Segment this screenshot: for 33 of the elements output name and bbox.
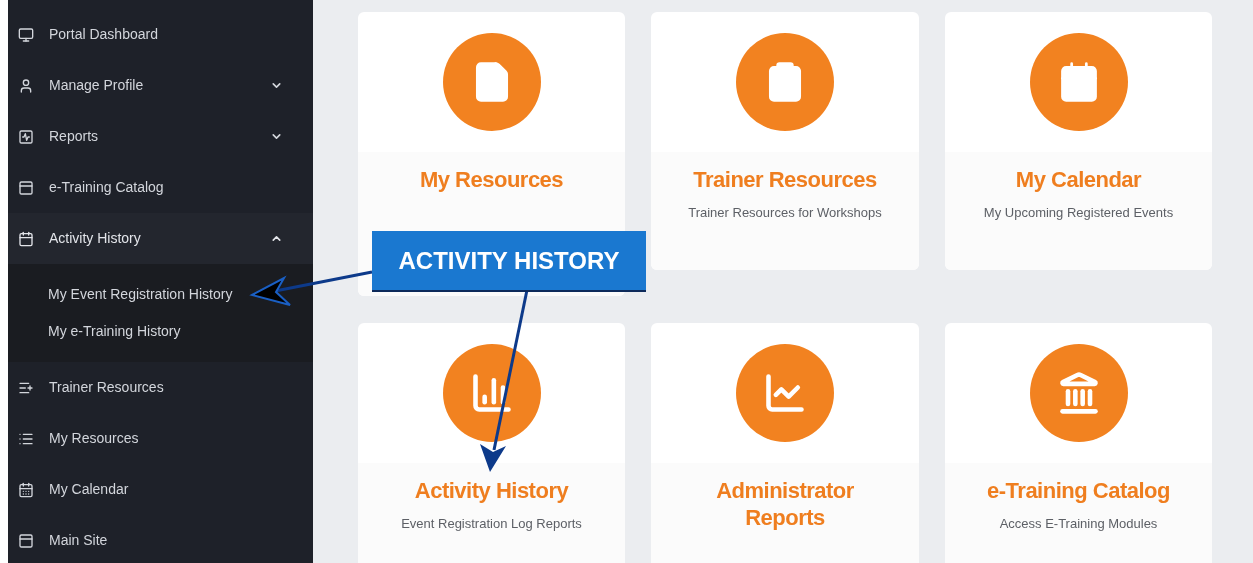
- sidebar-item[interactable]: My Resources: [8, 413, 313, 464]
- chart-icon: [18, 128, 34, 145]
- sidebar-item[interactable]: Trainer Resources: [8, 362, 313, 413]
- card-description: My Upcoming Registered Events: [983, 204, 1174, 222]
- card-description: Access E-Training Modules: [999, 515, 1158, 533]
- sidebar-item[interactable]: Manage Profile: [8, 60, 313, 111]
- card[interactable]: My Calendar My Upcoming Registered Events: [945, 12, 1212, 270]
- window-icon: [18, 532, 34, 549]
- line-chart-icon: [763, 371, 807, 415]
- card-title: Trainer Resources: [693, 166, 877, 193]
- card[interactable]: Activity History Event Registration Log Reports: [358, 323, 625, 563]
- annotation-tooltip: ACTIVITY HISTORY: [372, 231, 646, 290]
- sidebar-item[interactable]: Main Site: [8, 515, 313, 563]
- submenu-item[interactable]: My Event Registration History: [8, 276, 313, 313]
- window-icon: [18, 179, 34, 196]
- card-description: Event Registration Log Reports: [401, 515, 582, 533]
- sidebar-item[interactable]: e-Training Catalog: [8, 162, 313, 213]
- card-title: Administrator Reports: [715, 477, 855, 531]
- card-title: My Resources: [419, 166, 564, 193]
- card[interactable]: e-Training Catalog Access E-Training Modules: [945, 323, 1212, 563]
- card-title: e-Training Catalog: [987, 477, 1170, 504]
- sidebar-item[interactable]: Portal Dashboard: [8, 9, 313, 60]
- card-title: My Calendar: [1015, 166, 1142, 193]
- monitor-icon: [18, 26, 34, 43]
- card[interactable]: Trainer Resources Trainer Resources for Workshops: [651, 12, 919, 270]
- sidebar-item[interactable]: Reports: [8, 111, 313, 162]
- submenu-item[interactable]: My e-Training History: [8, 313, 313, 350]
- calendar-icon: [18, 230, 34, 247]
- card-title: Activity History: [414, 477, 569, 504]
- calendar-icon: [18, 481, 34, 498]
- card-description: Trainer Resources for Workshops: [688, 204, 882, 222]
- user-icon: [18, 77, 34, 94]
- sidebar-item[interactable]: My Calendar: [8, 464, 313, 515]
